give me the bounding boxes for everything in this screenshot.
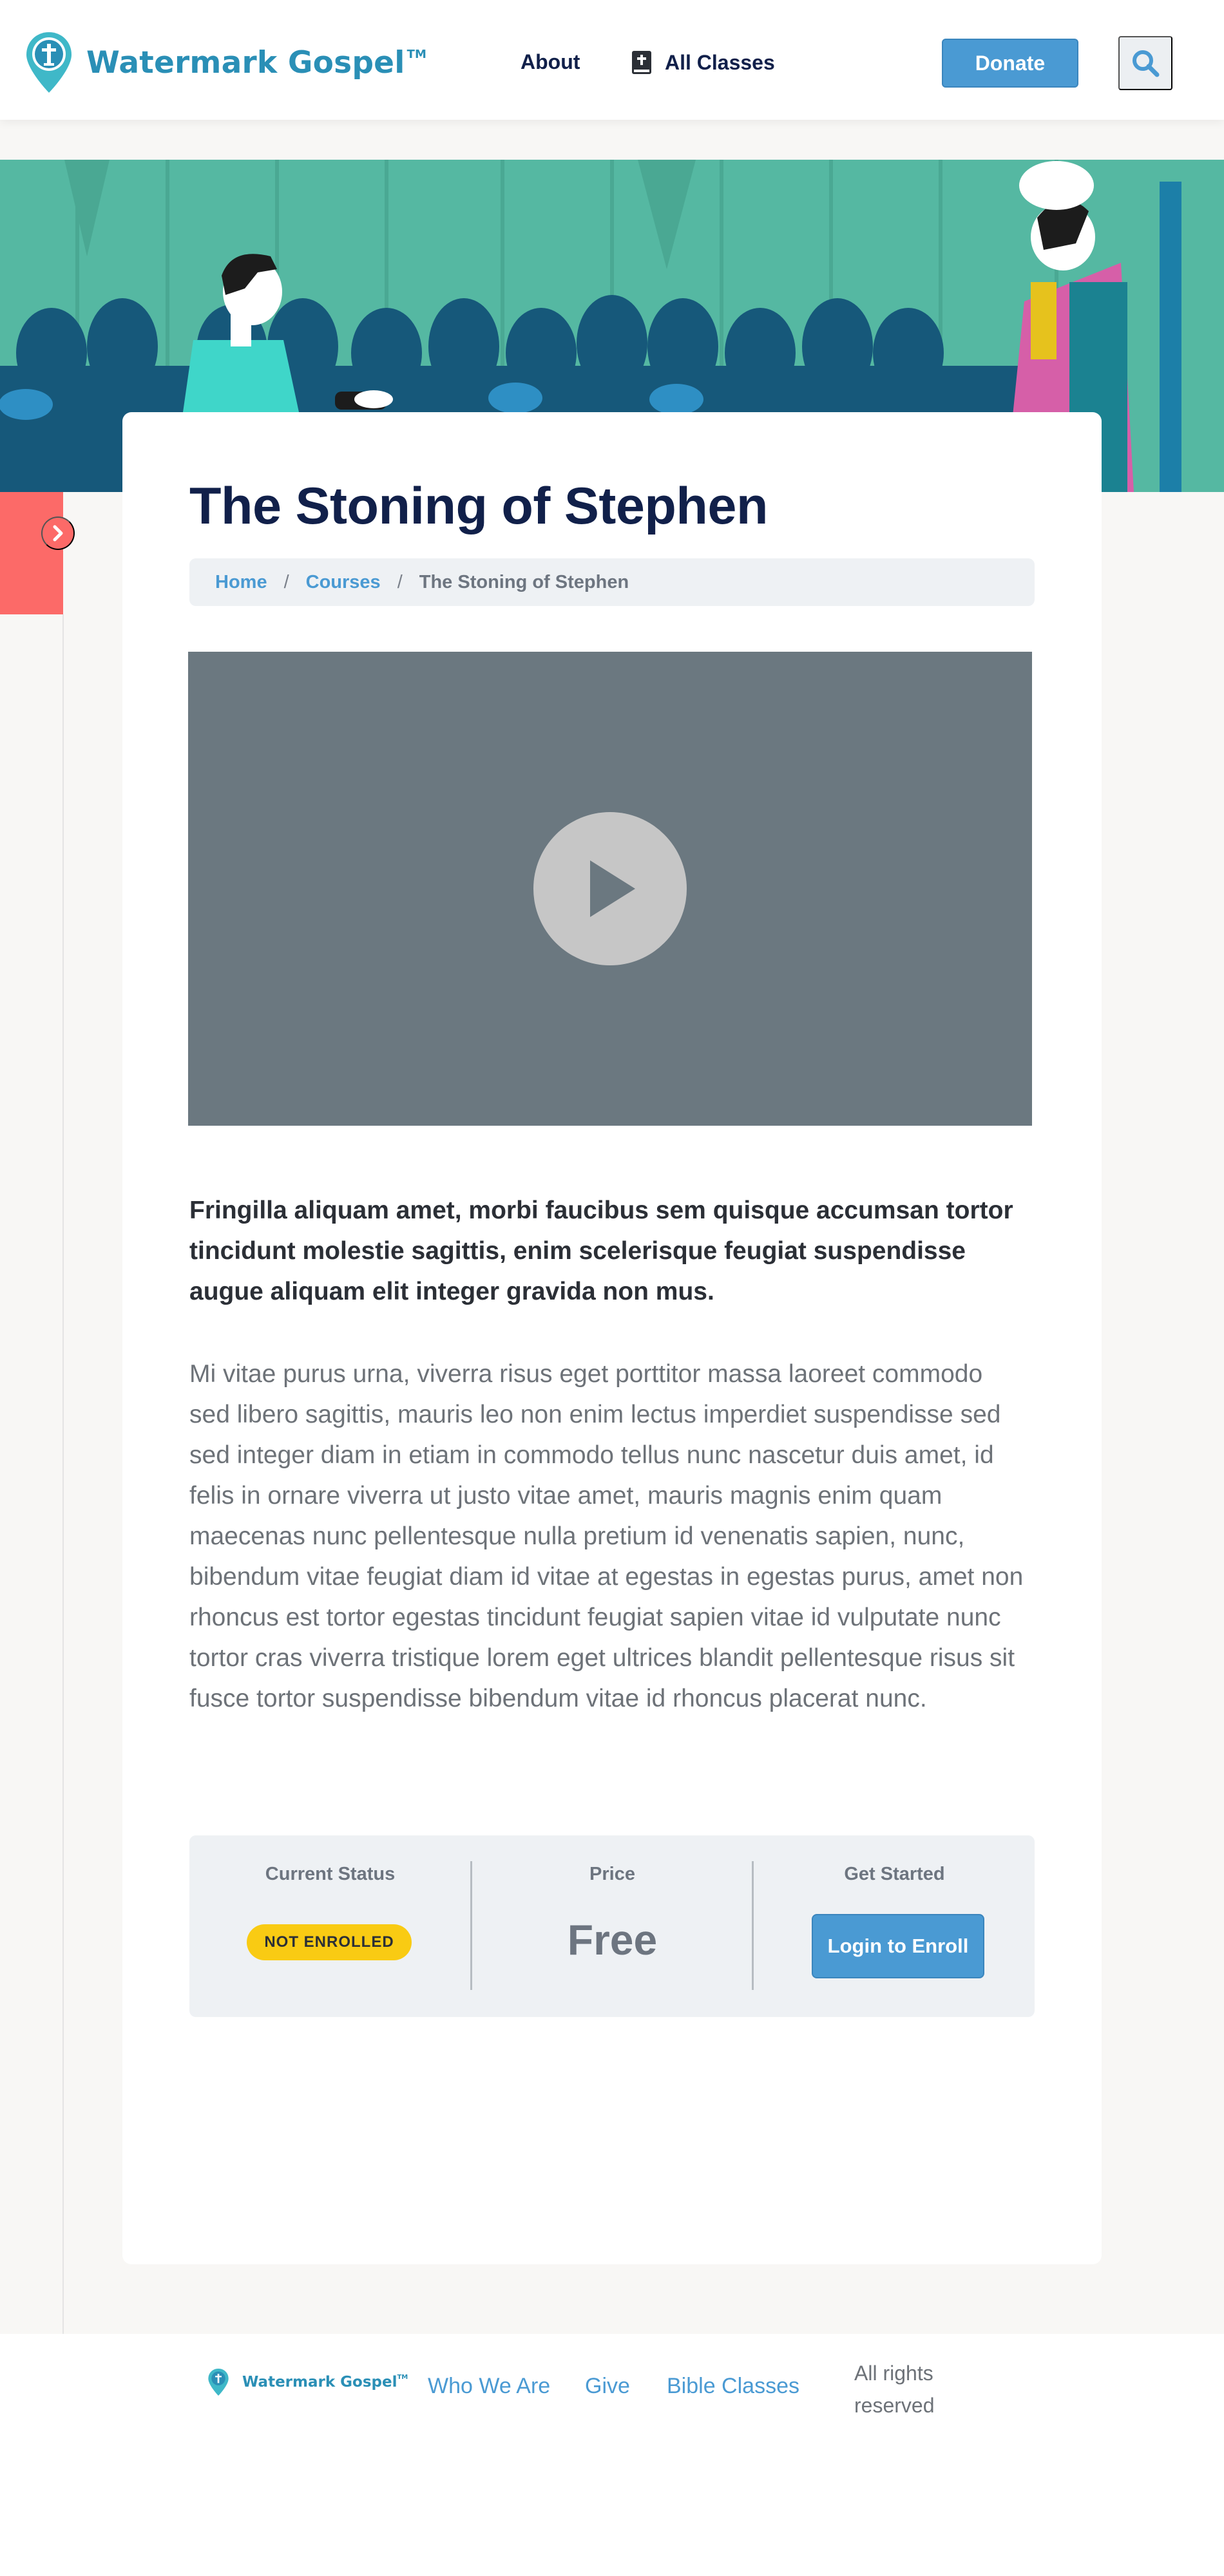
course-card: The Stoning of Stephen Home / Courses / …	[122, 412, 1102, 2264]
sidebar-divider	[62, 614, 64, 2334]
footer-link-bible-classes[interactable]: Bible Classes	[667, 2374, 799, 2399]
site-logo[interactable]: Watermark Gospel TM	[24, 31, 426, 94]
sidebar-toggle-button[interactable]	[41, 516, 75, 550]
current-status-label: Current Status	[265, 1864, 396, 1884]
search-button[interactable]	[1118, 36, 1172, 90]
course-body-text: Mi vitae purus urna, viverra risus eget …	[189, 1360, 1024, 1712]
course-lead-text: Fringilla aliquam amet, morbi faucibus s…	[189, 1197, 1013, 1305]
price-label: Price	[589, 1864, 635, 1884]
nav-all-classes[interactable]: All Classes	[631, 50, 775, 75]
nav-about[interactable]: About	[521, 50, 580, 74]
nav-all-classes-label: All Classes	[665, 50, 775, 74]
footer-logo[interactable]: Watermark GospelTM	[207, 2367, 408, 2397]
chevron-right-icon	[53, 525, 63, 542]
page-title: The Stoning of Stephen	[189, 477, 768, 535]
footer-rights-text: All rights reserved	[854, 2357, 970, 2421]
footer-logo-text: Watermark GospelTM	[242, 2374, 408, 2391]
book-icon	[632, 51, 651, 74]
footer-link-who-we-are[interactable]: Who We Are	[428, 2374, 550, 2399]
price-column: Price Free	[472, 1835, 753, 2017]
map-pin-cross-icon	[208, 2368, 229, 2396]
breadcrumb-separator: /	[397, 571, 403, 592]
status-badge: NOT ENROLLED	[247, 1924, 412, 1960]
breadcrumb-separator: /	[283, 571, 289, 592]
breadcrumb-courses[interactable]: Courses	[306, 572, 381, 593]
site-header: Watermark Gospel TM About All Classes Don…	[0, 0, 1224, 120]
sidebar-panel	[0, 492, 63, 614]
footer-rights-line: All rights	[854, 2362, 933, 2385]
price-value: Free	[567, 1916, 658, 1964]
video-player[interactable]	[188, 652, 1032, 1126]
search-icon	[1133, 50, 1160, 77]
status-column: Current Status NOT ENROLLED	[189, 1835, 471, 2017]
enrollment-panel: Current Status NOT ENROLLED Price Free G…	[189, 1835, 1035, 2017]
login-to-enroll-button[interactable]: Login to Enroll	[812, 1914, 984, 1978]
breadcrumb-home[interactable]: Home	[215, 572, 267, 593]
logo-text: Watermark Gospel TM	[86, 44, 427, 80]
play-icon	[590, 860, 635, 917]
map-pin-cross-icon	[26, 32, 72, 93]
breadcrumb-current: The Stoning of Stephen	[419, 571, 629, 592]
footer-rights-line: reserved	[854, 2394, 935, 2417]
play-button[interactable]	[533, 812, 687, 965]
breadcrumb: Home / Courses / The Stoning of Stephen	[189, 558, 1035, 606]
footer-link-give[interactable]: Give	[585, 2374, 630, 2399]
site-footer: Watermark GospelTM Who We Are Give Bible…	[0, 2334, 1224, 2576]
get-started-column: Get Started Login to Enroll	[754, 1835, 1035, 2017]
get-started-label: Get Started	[844, 1864, 945, 1884]
donate-button[interactable]: Donate	[942, 39, 1078, 88]
